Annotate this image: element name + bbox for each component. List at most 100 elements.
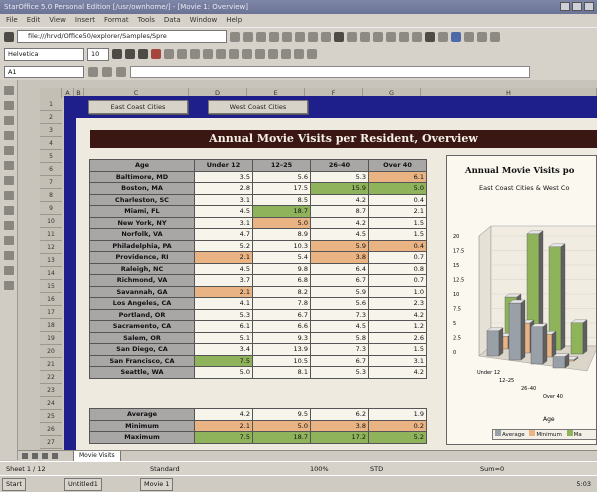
document-icon[interactable] [4,31,14,42]
value-cell[interactable]: 7.8 [252,297,311,310]
font-color-icon[interactable] [151,49,161,59]
menu-tools[interactable]: Tools [138,14,155,27]
value-cell[interactable]: 3.1 [194,216,253,229]
save-icon[interactable] [308,31,318,42]
value-cell[interactable]: 1.5 [368,343,427,356]
navigator-icon[interactable] [425,31,435,42]
row-header[interactable]: 16 [40,293,62,306]
value-cell[interactable]: 15.9 [310,182,369,195]
value-cell[interactable]: 18.7 [252,205,311,218]
last-sheet-icon[interactable] [52,453,58,459]
menu-view[interactable]: View [49,14,66,27]
value-cell[interactable]: 4.2 [368,308,427,321]
spellcheck-icon[interactable] [347,31,357,42]
row-header[interactable]: 23 [40,384,62,397]
next-sheet-icon[interactable] [42,453,48,459]
row-header[interactable]: 15 [40,280,62,293]
tool-icon-10[interactable] [3,221,14,230]
stats-value-cell[interactable]: 1.9 [368,408,427,421]
value-cell[interactable]: 0.7 [368,251,427,264]
stats-value-cell[interactable]: 2.1 [194,419,253,432]
borders-icon[interactable] [294,49,304,59]
italic-icon[interactable] [125,49,135,59]
stats-value-cell[interactable]: 17.2 [310,431,369,444]
tool-icon-4[interactable] [3,131,14,140]
east-coast-button[interactable]: East Coast Cities [88,100,188,114]
currency-icon[interactable] [216,49,226,59]
value-cell[interactable]: 0.4 [368,193,427,206]
row-header[interactable]: 10 [40,215,62,228]
help-icon[interactable] [490,31,500,42]
gallery-icon[interactable] [451,31,461,42]
value-cell[interactable]: 5.1 [194,331,253,344]
city-cell[interactable]: Salem, OR [89,331,195,344]
stats-value-cell[interactable]: 5.0 [252,419,311,432]
value-cell[interactable]: 5.8 [310,331,369,344]
row-header[interactable]: 11 [40,228,62,241]
value-cell[interactable]: 6.7 [310,354,369,367]
row-header[interactable]: 24 [40,397,62,410]
first-sheet-icon[interactable] [22,453,28,459]
value-cell[interactable]: 4.5 [194,205,253,218]
city-cell[interactable]: Baltimore, MD [89,170,195,183]
justify-icon[interactable] [203,49,213,59]
tool-icon-5[interactable] [3,146,14,155]
decimal-add-icon[interactable] [242,49,252,59]
bold-icon[interactable] [112,49,122,59]
city-cell[interactable]: San Francisco, CA [89,354,195,367]
value-cell[interactable]: 4.2 [310,216,369,229]
open-icon[interactable] [295,31,305,42]
value-cell[interactable]: 4.2 [310,193,369,206]
cut-icon[interactable] [360,31,370,42]
value-cell[interactable]: 7.5 [194,354,253,367]
value-cell[interactable]: 3.8 [310,251,369,264]
menu-file[interactable]: File [6,14,18,27]
align-center-icon[interactable] [177,49,187,59]
stats-value-cell[interactable]: 4.2 [194,408,253,421]
url-input[interactable]: file:///hrvd/Office50/explorer/Samples/S… [17,30,227,43]
task-movie[interactable]: Movie 1 [140,478,174,491]
maximize-icon[interactable] [572,2,582,11]
stats-value-cell[interactable]: 5.2 [368,431,427,444]
paste-icon[interactable] [386,31,396,42]
menu-data[interactable]: Data [164,14,181,27]
print-icon[interactable] [334,31,344,42]
city-cell[interactable]: Portland, OR [89,308,195,321]
value-cell[interactable]: 3.1 [368,354,427,367]
stats-value-cell[interactable]: 0.2 [368,419,427,432]
sum-icon[interactable] [102,66,112,77]
align-right-icon[interactable] [190,49,200,59]
value-cell[interactable]: 0.4 [368,239,427,252]
minimize-icon[interactable] [560,2,570,11]
stats-value-cell[interactable]: 7.5 [194,431,253,444]
row-header[interactable]: 22 [40,371,62,384]
value-cell[interactable]: 10.5 [252,354,311,367]
value-cell[interactable]: 2.8 [194,182,253,195]
reload-icon[interactable] [269,31,279,42]
stats-label[interactable]: Average [89,408,195,421]
back-icon[interactable] [230,31,240,42]
tool-icon-12[interactable] [3,251,14,260]
row-header[interactable]: 12 [40,241,62,254]
value-cell[interactable]: 5.3 [310,366,369,379]
value-cell[interactable]: 5.0 [368,182,427,195]
city-cell[interactable]: Raleigh, NC [89,262,195,275]
value-cell[interactable]: 8.7 [310,205,369,218]
value-cell[interactable]: 5.9 [310,239,369,252]
row-header[interactable]: 14 [40,267,62,280]
indent-icon[interactable] [268,49,278,59]
function-icon[interactable] [116,66,126,77]
tool-icon-3[interactable] [3,116,14,125]
value-cell[interactable]: 8.1 [252,366,311,379]
chart-panel[interactable]: Annual Movie Visits po East Coast Cities… [446,155,597,445]
tool-icon-8[interactable] [3,191,14,200]
city-cell[interactable]: San Diego, CA [89,343,195,356]
value-cell[interactable]: 1.2 [368,320,427,333]
value-cell[interactable]: 6.8 [252,274,311,287]
value-cell[interactable]: 1.5 [368,228,427,241]
task-untitled1[interactable]: Untitled1 [64,478,102,491]
value-cell[interactable]: 2.6 [368,331,427,344]
function-autopilot-icon[interactable] [88,66,98,77]
row-header[interactable]: 26 [40,423,62,436]
stats-value-cell[interactable]: 18.7 [252,431,311,444]
